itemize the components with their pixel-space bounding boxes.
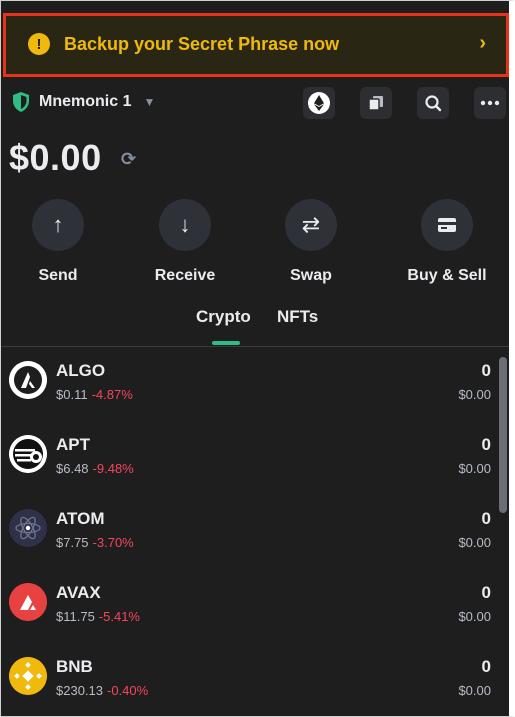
asset-price: $230.13 -0.40% [56, 683, 149, 698]
asset-symbol: ALGO [56, 361, 106, 380]
asset-symbol: BNB [56, 657, 93, 676]
asset-change: -9.48% [92, 461, 134, 476]
asset-value: $0.00 [458, 535, 491, 550]
account-selector[interactable]: Mnemonic 1 ▼ [11, 91, 155, 113]
arrow-up-icon: ↑ [32, 199, 84, 251]
search-button[interactable] [417, 87, 449, 119]
tab-nfts[interactable]: NFTs [277, 307, 318, 327]
copy-button[interactable] [360, 87, 392, 119]
asset-amount: 0 [481, 657, 491, 676]
asset-symbol: ATOM [56, 509, 105, 528]
arrow-down-icon: ↓ [159, 199, 211, 251]
asset-change: -3.70% [92, 535, 134, 550]
asset-row-algo[interactable]: ALGO $0.11 -4.87% 0 $0.00 [1, 357, 491, 427]
algo-icon [9, 361, 47, 399]
search-icon [425, 95, 442, 112]
asset-value: $0.00 [458, 609, 491, 624]
asset-change: -4.87% [91, 387, 133, 402]
asset-price: $11.75 -5.41% [56, 609, 140, 624]
asset-amount: 0 [481, 509, 491, 528]
asset-value: $0.00 [458, 461, 491, 476]
asset-symbol: APT [56, 435, 90, 454]
asset-value: $0.00 [458, 387, 491, 402]
send-action[interactable]: ↑ Send [3, 199, 113, 285]
asset-amount: 0 [481, 583, 491, 602]
asset-price: $0.11 -4.87% [56, 387, 133, 402]
receive-label: Receive [154, 267, 216, 284]
asset-amount: 0 [481, 435, 491, 454]
avax-icon [9, 583, 47, 621]
asset-value: $0.00 [458, 683, 491, 698]
asset-price: $6.48 -9.48% [56, 461, 134, 476]
asset-price: $7.75 -3.70% [56, 535, 134, 550]
swap-label: Swap [290, 267, 332, 284]
apt-icon [9, 435, 47, 473]
account-name: Mnemonic 1 [39, 93, 132, 110]
ethereum-network-icon [308, 92, 330, 114]
banner-text: Backup your Secret Phrase now [64, 34, 340, 54]
tab-crypto[interactable]: Crypto [196, 307, 251, 327]
copy-icon [368, 96, 383, 111]
caret-down-icon: ▼ [143, 95, 156, 109]
shield-icon [13, 92, 29, 112]
more-button[interactable] [474, 87, 506, 119]
chevron-right-icon: › [479, 32, 486, 54]
warning-icon: ! [28, 33, 50, 55]
swap-action[interactable]: ⇄ Swap [256, 199, 366, 285]
card-icon [421, 199, 473, 251]
wallet-panel: ! Backup your Secret Phrase now › Mnemon… [0, 0, 515, 717]
network-button[interactable] [303, 87, 335, 119]
asset-amount: 0 [481, 361, 491, 380]
receive-action[interactable]: ↓ Receive [130, 199, 240, 285]
asset-change: -0.40% [107, 683, 149, 698]
buy-sell-label: Buy & Sell [407, 267, 487, 284]
asset-symbol: AVAX [56, 583, 101, 602]
asset-row-avax[interactable]: AVAX $11.75 -5.41% 0 $0.00 [1, 579, 491, 649]
bnb-icon [9, 657, 47, 695]
divider [1, 346, 509, 347]
backup-secret-phrase-banner[interactable]: ! Backup your Secret Phrase now › [3, 13, 509, 77]
active-tab-indicator [212, 341, 240, 345]
atom-icon [9, 509, 47, 547]
refresh-icon[interactable]: ⟳ [121, 149, 136, 170]
asset-row-apt[interactable]: APT $6.48 -9.48% 0 $0.00 [1, 431, 491, 501]
asset-row-bnb[interactable]: BNB $230.13 -0.40% 0 $0.00 [1, 653, 491, 716]
more-icon [480, 100, 500, 106]
swap-icon: ⇄ [285, 199, 337, 251]
send-label: Send [38, 267, 78, 284]
buy-sell-action[interactable]: Buy & Sell [392, 199, 502, 285]
scrollbar[interactable] [499, 357, 507, 513]
asset-change: -5.41% [98, 609, 140, 624]
total-balance: $0.00 [9, 137, 102, 178]
asset-row-atom[interactable]: ATOM $7.75 -3.70% 0 $0.00 [1, 505, 491, 575]
